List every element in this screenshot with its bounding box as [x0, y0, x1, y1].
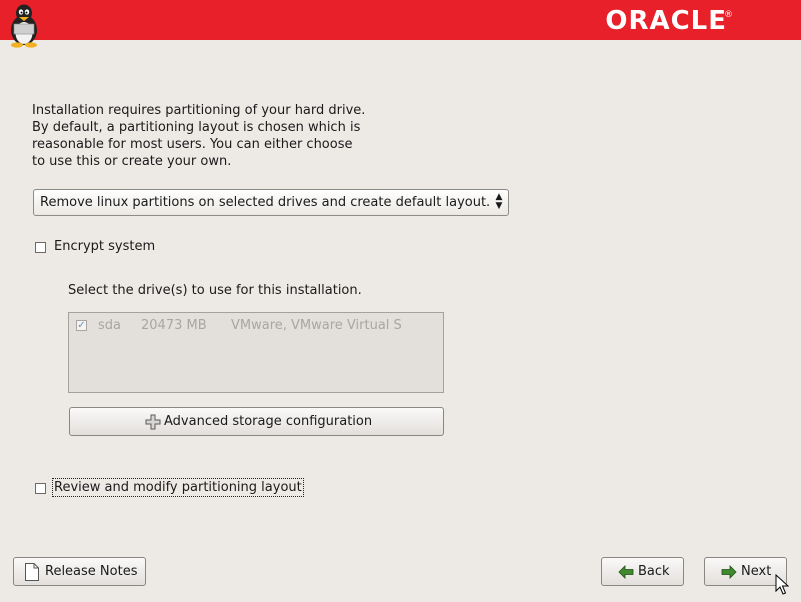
updown-arrows-icon: ▲ ▼: [495, 192, 503, 211]
plus-icon: [145, 414, 161, 430]
advanced-storage-label: Advanced storage configuration: [164, 414, 373, 429]
arrow-left-icon: [618, 565, 634, 579]
intro-line: to use this or create your own.: [32, 154, 232, 169]
mouse-cursor-icon: [775, 574, 789, 595]
release-notes-label: Release Notes: [45, 564, 138, 579]
intro-text: Installation requires partitioning of yo…: [32, 102, 392, 170]
partition-layout-select[interactable]: Remove linux partitions on selected driv…: [33, 189, 509, 216]
header-bar: ORACLE ®: [0, 0, 801, 48]
tux-penguin-icon: [11, 4, 37, 48]
back-button[interactable]: Back: [601, 557, 684, 586]
back-label: Back: [638, 564, 670, 579]
intro-line: reasonable for most users. You can eithe…: [32, 137, 353, 152]
drive-size: 20473 MB: [141, 318, 207, 333]
next-label: Next: [741, 564, 772, 579]
advanced-storage-button[interactable]: Advanced storage configuration: [69, 407, 444, 436]
intro-line: Installation requires partitioning of yo…: [32, 103, 366, 118]
oracle-logo: ORACLE: [605, 6, 727, 36]
document-icon: [25, 563, 39, 581]
release-notes-button[interactable]: Release Notes: [13, 557, 146, 586]
encrypt-system-label: Encrypt system: [54, 239, 156, 254]
registered-mark: ®: [724, 10, 733, 20]
drive-checkbox[interactable]: ✓: [76, 320, 87, 331]
drive-select-prompt: Select the drive(s) to use for this inst…: [68, 283, 362, 298]
encrypt-system-checkbox[interactable]: [35, 242, 46, 253]
arrow-right-icon: [721, 565, 737, 579]
intro-line: By default, a partitioning layout is cho…: [32, 120, 361, 135]
review-layout-label: Review and modify partitioning layout: [52, 478, 304, 497]
drive-model: VMware, VMware Virtual S: [231, 318, 402, 333]
drive-list[interactable]: ✓ sda 20473 MB VMware, VMware Virtual S: [68, 312, 444, 393]
partition-layout-value: Remove linux partitions on selected driv…: [40, 195, 491, 210]
review-layout-checkbox[interactable]: [35, 483, 46, 494]
drive-name: sda: [98, 318, 121, 333]
